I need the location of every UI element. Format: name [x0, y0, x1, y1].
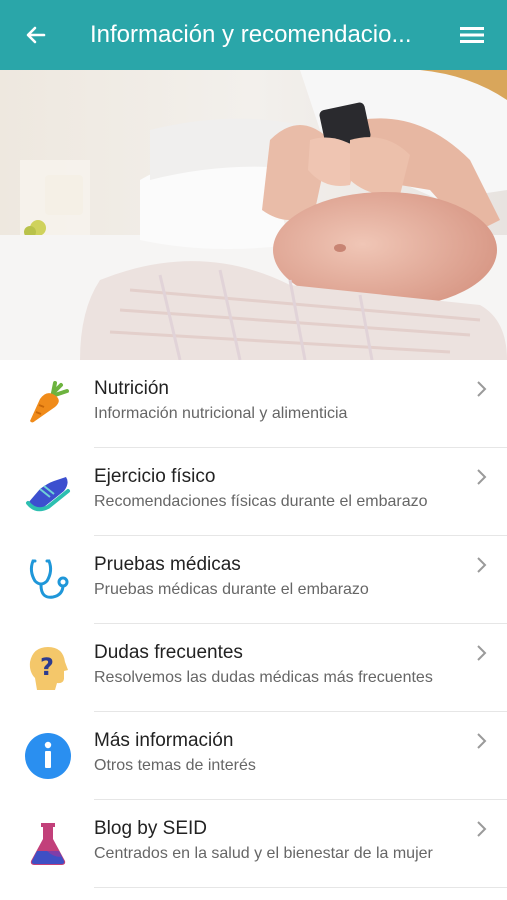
list-item-mas-informacion[interactable]: Más información Otros temas de interés [0, 712, 507, 800]
svg-text:?: ? [40, 653, 54, 681]
chevron-right-icon [477, 557, 487, 573]
hero-image [0, 70, 507, 360]
divider [94, 887, 507, 888]
item-subtitle: Información nutricional y alimenticia [94, 405, 348, 422]
info-icon [22, 730, 74, 782]
item-title: Pruebas médicas [94, 554, 241, 575]
question-head-icon: ? [22, 642, 74, 694]
item-title: Más información [94, 730, 234, 751]
item-title: Ejercicio físico [94, 466, 216, 487]
item-subtitle: Centrados en la salud y el bienestar de … [94, 845, 433, 862]
hamburger-menu-icon [460, 27, 484, 43]
menu-button[interactable] [453, 18, 491, 52]
carrot-icon [22, 378, 74, 430]
app-header: Información y recomendacio... [0, 0, 507, 70]
chevron-right-icon [477, 645, 487, 661]
arrow-left-icon [26, 26, 46, 44]
item-title: Nutrición [94, 378, 169, 399]
topics-list: Nutrición Información nutricional y alim… [0, 360, 507, 888]
list-item-ejercicio[interactable]: Ejercicio físico Recomendaciones físicas… [0, 448, 507, 536]
list-item-dudas[interactable]: ? Dudas frecuentes Resolvemos las dudas … [0, 624, 507, 712]
sneaker-icon [22, 466, 74, 518]
chevron-right-icon [477, 733, 487, 749]
item-title: Dudas frecuentes [94, 642, 243, 663]
pregnant-woman-with-phone-photo [0, 70, 507, 360]
item-title: Blog by SEID [94, 818, 207, 839]
list-item-pruebas[interactable]: Pruebas médicas Pruebas médicas durante … [0, 536, 507, 624]
item-subtitle: Otros temas de interés [94, 757, 256, 774]
list-item-nutricion[interactable]: Nutrición Información nutricional y alim… [0, 360, 507, 448]
stethoscope-icon [22, 554, 74, 606]
chevron-right-icon [477, 381, 487, 397]
back-button[interactable] [18, 17, 54, 53]
chevron-right-icon [477, 821, 487, 837]
list-item-blog[interactable]: Blog by SEID Centrados en la salud y el … [0, 800, 507, 888]
item-subtitle: Pruebas médicas durante el embarazo [94, 581, 369, 598]
flask-icon [22, 818, 74, 870]
page-title: Información y recomendacio... [90, 21, 412, 48]
item-subtitle: Resolvemos las dudas médicas más frecuen… [94, 669, 433, 686]
chevron-right-icon [477, 469, 487, 485]
item-subtitle: Recomendaciones físicas durante el embar… [94, 493, 428, 510]
